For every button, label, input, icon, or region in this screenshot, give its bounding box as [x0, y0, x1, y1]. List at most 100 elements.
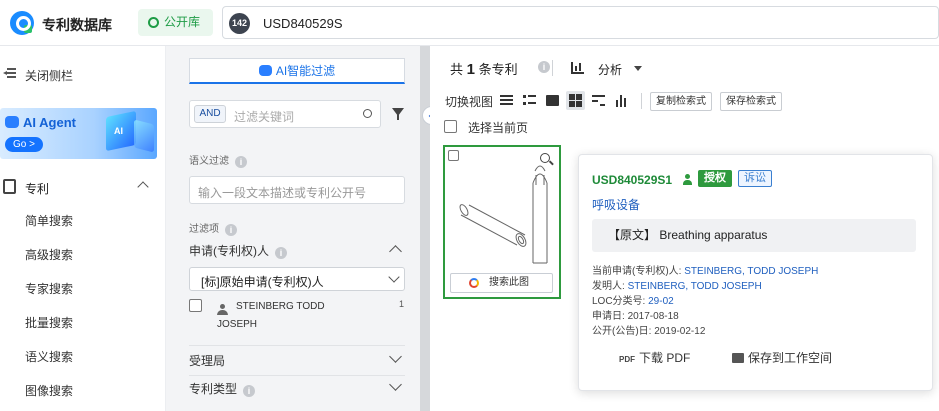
- patent-type-group-label: 专利类型 i: [189, 380, 256, 397]
- select-page-checkbox[interactable]: [444, 120, 457, 133]
- database-selector[interactable]: 公开库: [138, 9, 213, 36]
- close-sidebar-button[interactable]: 关闭侧栏: [0, 64, 166, 84]
- meta-loc-class: LOC分类号: 29-02: [592, 296, 674, 307]
- ai-agent-go-button[interactable]: Go >: [5, 137, 43, 152]
- query-count-badge[interactable]: 142: [229, 13, 250, 34]
- patent-type-group-header[interactable]: 专利类型 i: [189, 377, 405, 399]
- analyze-dropdown[interactable]: 分析: [571, 59, 651, 77]
- chevron-down-icon: [389, 378, 402, 391]
- sidebar-item-advanced-search[interactable]: 高级搜索: [25, 246, 73, 263]
- keyword-filter-input[interactable]: AND 过滤关键词: [189, 100, 381, 128]
- app-title: 专利数据库: [42, 17, 112, 33]
- chevron-down-icon: [389, 350, 402, 363]
- patent-section-toggle[interactable]: 专利: [0, 178, 166, 198]
- zoom-in-icon[interactable]: [540, 153, 550, 163]
- globe-icon: [148, 17, 159, 28]
- info-icon[interactable]: i: [235, 156, 247, 168]
- pdf-icon: PDF: [619, 355, 635, 364]
- search-value[interactable]: USD840529S: [263, 16, 343, 31]
- patent-detail-card: USD840529S1 授权 诉讼 呼吸设备 【原文】 Breathing ap…: [578, 154, 933, 391]
- meta-current-applicant: 当前申请(专利权)人: STEINBERG, TODD JOSEPH: [592, 266, 819, 277]
- filter-panel: AI智能过滤 AND 过滤关键词 语义过滤 i 输入一段文本描述或专利公开号 过滤…: [166, 46, 420, 411]
- litigation-badge[interactable]: 诉讼: [738, 170, 772, 187]
- applicant-name-line1[interactable]: STEINBERG TODD: [236, 301, 325, 312]
- loc-class-link[interactable]: 29-02: [648, 296, 674, 307]
- filter-items-text: 过滤项: [189, 224, 219, 235]
- switch-view-label: 切换视图: [445, 95, 494, 109]
- patent-thumbnail-card[interactable]: 搜索此图: [443, 145, 561, 299]
- image-search-icon: [469, 278, 479, 288]
- filter-funnel-stem: [397, 114, 399, 120]
- publication-number-link[interactable]: USD840529S1: [592, 173, 672, 187]
- applicant-person-icon: [683, 174, 694, 185]
- semantic-filter-label: 语义过滤 i: [189, 152, 247, 168]
- person-icon: [217, 304, 228, 315]
- applicant-group-header[interactable]: 申请(专利权)人 i: [189, 239, 405, 261]
- abstract-prefix: 【原文】: [608, 228, 657, 242]
- result-count: 共 1 条专利: [450, 61, 518, 78]
- left-sidebar: 关闭侧栏 AI Agent Go > AI 专利 简单搜索 高级搜索 专家搜索 …: [0, 46, 166, 411]
- result-count-number: 1: [466, 61, 475, 78]
- patent-drawing-image: [459, 165, 548, 264]
- database-label: 公开库: [164, 15, 201, 29]
- office-group-header[interactable]: 受理局: [189, 349, 405, 371]
- keyword-placeholder: 过滤关键词: [234, 110, 295, 124]
- ai-agent-banner[interactable]: AI Agent Go > AI: [0, 108, 157, 159]
- sidebar-item-batch-search[interactable]: 批量搜索: [25, 314, 73, 331]
- info-icon[interactable]: i: [275, 247, 287, 259]
- collapse-left-icon: [2, 67, 16, 79]
- search-icon[interactable]: [363, 109, 372, 118]
- app-logo-icon[interactable]: [10, 11, 34, 35]
- applicant-type-value: [标]原始申请(专利权)人: [201, 275, 324, 289]
- image-view-icon[interactable]: [543, 91, 562, 110]
- search-input[interactable]: 142 USD840529S: [222, 6, 939, 39]
- info-icon[interactable]: i: [243, 385, 256, 397]
- save-query-button[interactable]: 保存检索式: [720, 92, 782, 111]
- and-operator-select[interactable]: AND: [194, 105, 226, 123]
- result-checkbox[interactable]: [448, 150, 459, 161]
- sidebar-item-expert-search[interactable]: 专家搜索: [25, 280, 73, 297]
- sidebar-item-image-search[interactable]: 图像搜索: [25, 382, 73, 399]
- robot-icon: [5, 116, 19, 128]
- copy-query-button[interactable]: 复制检索式: [650, 92, 712, 111]
- select-page-label: 选择当前页: [468, 121, 529, 135]
- applicant-group-label: 申请(专利权)人 i: [189, 242, 287, 259]
- save-to-workspace-button[interactable]: 保存到工作空间: [732, 349, 832, 366]
- sidebar-item-semantic-search[interactable]: 语义搜索: [25, 348, 73, 365]
- applicant-type-select[interactable]: [标]原始申请(专利权)人: [189, 267, 405, 291]
- patent-title-link[interactable]: 呼吸设备: [592, 196, 640, 213]
- abstract-text: Breathing apparatus: [659, 228, 768, 242]
- grid-view-icon[interactable]: [566, 91, 585, 110]
- inventor-link[interactable]: STEINBERG, TODD JOSEPH: [628, 281, 762, 292]
- applicant-name-line2[interactable]: JOSEPH: [217, 319, 257, 330]
- divider: [641, 93, 642, 109]
- chevron-down-icon: [388, 271, 400, 283]
- ai-cube-label: AI: [114, 126, 123, 136]
- chart-view-icon[interactable]: [612, 91, 631, 110]
- applicant-checkbox[interactable]: [189, 299, 202, 312]
- info-icon[interactable]: i: [225, 224, 237, 236]
- sidebar-item-simple-search[interactable]: 简单搜索: [25, 212, 73, 229]
- analyze-label: 分析: [598, 63, 623, 77]
- meta-application-date: 申请日: 2017-08-18: [592, 311, 679, 322]
- info-icon[interactable]: i: [538, 61, 550, 73]
- bar-chart-icon: [571, 62, 584, 74]
- compare-view-icon[interactable]: [589, 91, 608, 110]
- download-pdf-button[interactable]: PDF 下载 PDF: [619, 349, 690, 366]
- robot-icon: [258, 65, 272, 76]
- semantic-filter-text: 语义过滤: [189, 156, 229, 167]
- ai-filter-button[interactable]: AI智能过滤: [189, 58, 405, 84]
- list-view-icon[interactable]: [497, 91, 516, 110]
- search-this-image-button[interactable]: 搜索此图: [450, 273, 553, 293]
- meta-inventor: 发明人: STEINBERG, TODD JOSEPH: [592, 281, 762, 292]
- close-sidebar-label: 关闭侧栏: [25, 69, 74, 83]
- status-badge: 授权: [698, 170, 732, 187]
- divider: [552, 60, 553, 76]
- current-applicant-link[interactable]: STEINBERG, TODD JOSEPH: [684, 266, 818, 277]
- detail-list-view-icon[interactable]: [520, 91, 539, 110]
- ai-cube-illustration-2: [134, 119, 154, 153]
- patent-section-label: 专利: [25, 182, 50, 196]
- ai-agent-title: AI Agent: [23, 115, 76, 130]
- filter-scrollbar[interactable]: [420, 46, 430, 411]
- semantic-filter-input[interactable]: 输入一段文本描述或专利公开号: [189, 176, 405, 204]
